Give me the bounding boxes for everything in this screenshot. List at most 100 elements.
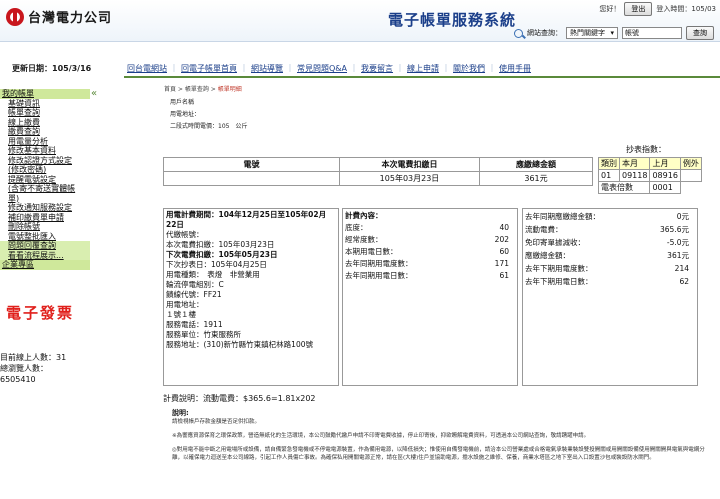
amount-row: 流動電費： 365.6元 <box>525 223 695 236</box>
nav-separator: ｜ <box>442 64 451 73</box>
header: 台灣電力公司 電子帳單服務系統 您好！ 登出 登入時間：105/03 網站查詢：… <box>0 0 720 42</box>
sidebar-menu: 我的帳單 基礎資訊 帳單查詢 線上繳費 繳費查詢 用電量分析 修改基本資料 修改認證方式設定(… <box>0 89 90 270</box>
notes: 說明: 請檢視帳戶存款金額是否足供扣款。 ※為響應資源保育之環保政策，營造無紙化… <box>172 409 708 468</box>
amount-value: 0元 <box>676 212 689 221</box>
col-account-no: 電號 <box>163 157 340 172</box>
charge-value: 171 <box>494 259 509 268</box>
col-total: 應繳總金額 <box>479 157 593 172</box>
period-line: 用電種類： 表燈 非營業用 <box>166 270 260 279</box>
visits-label: 總瀏覽人數： <box>0 364 48 373</box>
amount-label: 流動電費： <box>525 225 563 234</box>
taipower-logo[interactable]: 台灣電力公司 <box>6 7 112 26</box>
charge-label: 本期用電日數： <box>345 247 398 256</box>
table-row: 01 09118 08916 <box>598 169 702 182</box>
nav-divider <box>124 76 720 78</box>
charge-value: 40 <box>499 223 509 232</box>
top-nav: 回台電網站｜回電子帳單首頁｜網站導覽｜常見問題Q&A ｜我要留言｜線上申請｜關於我… <box>124 62 534 75</box>
account-info: 用戶名稱 用電地址： 二段式時間電價：105 公斤 <box>170 97 247 133</box>
period-line: 饋線代號：FF21 <box>166 290 222 299</box>
nav-link[interactable]: 線上申請 <box>404 63 442 74</box>
logout-button[interactable]: 登出 <box>624 2 653 16</box>
sidebar-item[interactable]: 問題回覆查詢 <box>0 241 90 251</box>
cell-account-no <box>163 171 340 186</box>
meter-this: 09118 <box>618 169 651 182</box>
taipower-logo-icon <box>6 7 24 26</box>
sidebar-item[interactable]: 修改通知服務設定 <box>0 203 90 213</box>
meter-title: 抄表指數： <box>626 145 666 154</box>
sidebar-item[interactable]: 修改認證方式設定 <box>0 156 90 166</box>
charge-label: 去年同期用電日數： <box>345 271 413 280</box>
greeting: 您好！ <box>599 5 621 13</box>
sidebar-item[interactable]: 修改基本資料 <box>0 146 90 156</box>
charge-label: 經常度數： <box>345 235 383 244</box>
sidebar-item[interactable]: 補印繳費單申請 <box>0 213 90 223</box>
sidebar-item[interactable]: 基礎資訊 <box>0 99 90 109</box>
meter-table: 類別 本月 上月 例外 01 09118 08916 電表倍數 0001 <box>597 157 702 194</box>
search-button[interactable]: 查詢 <box>686 26 714 40</box>
amount-row: 應繳總金額： 361元 <box>525 249 695 262</box>
sidebar-item[interactable]: 單) <box>0 194 90 204</box>
amounts-box: 去年同期應繳總金額： 0元流動電費： 365.6元 免印寄單據減收： -5.0元 應繳總金… <box>522 208 698 386</box>
nav-link[interactable]: 回台電網站 <box>124 63 170 74</box>
top-bar: 您好！ 登出 登入時間：105/03 <box>599 2 716 16</box>
meter-col-this: 本月 <box>618 157 651 170</box>
nav-separator: ｜ <box>240 64 248 73</box>
amount-label: 去年同期應繳總金額： <box>525 212 600 221</box>
meter-type: 01 <box>598 169 620 182</box>
charge-label: 底度： <box>345 223 368 232</box>
search-input[interactable]: 帳號 <box>622 27 682 39</box>
amount-label: 去年下期用電度數： <box>525 264 593 273</box>
breadcrumb: 首頁 > 帳單查詢 > 帳單明細 <box>164 86 242 93</box>
amount-value: 62 <box>679 277 689 286</box>
nav-link[interactable]: 回電子帳單首頁 <box>178 63 240 74</box>
meter-last: 08916 <box>649 169 681 182</box>
amount-value: 361元 <box>667 251 689 260</box>
sidebar-item[interactable]: 電號整批匯入 <box>0 232 90 242</box>
charges-box: 計費內容： 底度： 40 經常度數： 202 本期用電日數： 60 去年同期用電度數： 171… <box>342 208 518 386</box>
sidebar-item[interactable]: 看看流程展示... <box>0 250 90 260</box>
e-invoice-banner[interactable]: 電子發票 <box>6 302 74 323</box>
period-line: 服務單位：竹東服務所 <box>166 330 241 339</box>
sidebar-item[interactable]: (含寄不寄送實體帳 <box>0 184 90 194</box>
breadcrumb-parent[interactable]: 帳單查詢 <box>185 86 209 93</box>
sidebar-item[interactable]: (修改密碼) <box>0 165 90 175</box>
amount-row: 去年下期用電日數： 62 <box>525 275 695 288</box>
period-line: 代繳帳號： <box>166 230 204 239</box>
note-3: ◎對用電不能中斷之用電場所或設備，請自備緊急發電機或不停電電源裝置，作為備用電源… <box>172 447 705 461</box>
sidebar-item[interactable]: 刪除帳號 <box>0 222 90 232</box>
nav-link[interactable]: 常見問題Q&A <box>294 63 350 74</box>
site-search: 網站查詢： 熱門關鍵字 ▾ 帳號 查詢 <box>514 26 714 40</box>
breadcrumb-current: 帳單明細 <box>217 86 242 93</box>
billing-period-title: 用電計費期間：104年12月25日至105年02月22日 <box>166 210 327 229</box>
nav-link[interactable]: 使用手冊 <box>496 63 534 74</box>
nav-separator: ｜ <box>488 64 497 73</box>
amount-value: -5.0元 <box>666 238 689 247</box>
cell-total: 361元 <box>479 171 593 186</box>
notes-title: 說明: <box>172 409 189 417</box>
nav-link[interactable]: 網站導覽 <box>248 63 286 74</box>
amount-row: 免印寄單據減收： -5.0元 <box>525 236 695 249</box>
contract-info: 二段式時間電價：105 公斤 <box>170 123 248 130</box>
amount-row: 去年同期應繳總金額： 0元 <box>525 210 695 223</box>
sidebar-item[interactable]: 用電量分析 <box>0 137 90 147</box>
next-deduct-date: 下次電費扣繳：105年05月23日 <box>166 250 278 259</box>
sidebar-item[interactable]: 線上繳費 <box>0 118 90 128</box>
period-line: 服務電話：1911 <box>166 320 223 329</box>
nav-link[interactable]: 關於我們 <box>450 63 488 74</box>
logo-text: 台灣電力公司 <box>28 11 113 26</box>
sidebar-item[interactable]: 企業專區 <box>0 260 90 270</box>
amount-row: 去年下期用電度數： 214 <box>525 262 695 275</box>
sidebar-item[interactable]: 提醒電號設定 <box>0 175 90 185</box>
keyword-select[interactable]: 熱門關鍵字 ▾ <box>566 27 618 39</box>
meter-col-type: 類別 <box>598 157 620 170</box>
charge-value: 60 <box>499 247 509 256</box>
period-line: 輪流停電組別：C <box>166 280 224 289</box>
nav-link[interactable]: 我要留言 <box>358 63 396 74</box>
sidebar-item[interactable]: 繳費查詢 <box>0 127 90 137</box>
charge-label: 去年同期用電度數： <box>345 259 413 268</box>
visitor-stats: 目前線上人數：31 總瀏覽人數： 6505410 <box>0 352 66 385</box>
sidebar-item[interactable]: 我的帳單 <box>0 89 90 99</box>
update-date: 更新日期：105/3/16 <box>12 64 92 73</box>
breadcrumb-home[interactable]: 首頁 <box>164 86 176 93</box>
sidebar-item[interactable]: 帳單查詢 <box>0 108 90 118</box>
